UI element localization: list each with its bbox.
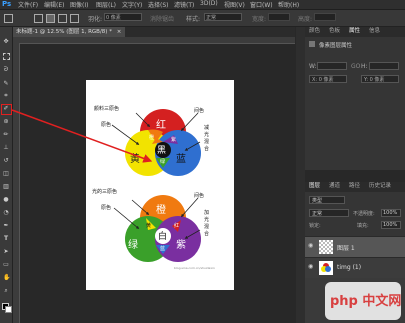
layer-row[interactable]: ◉ timg (1)	[305, 257, 405, 278]
properties-tab-bar: 颜色 色板 属性 信息	[305, 27, 405, 37]
layer-name[interactable]: timg (1)	[337, 264, 361, 271]
opacity-input[interactable]: 100%	[381, 209, 401, 217]
blend-mode-select[interactable]: 正常	[309, 209, 349, 217]
layers-tab-bar: 图层 通道 路径 历史记录	[305, 182, 405, 192]
lock-label: 锁定:	[309, 223, 321, 229]
y-prop-input[interactable]: Y: 0 像素	[361, 75, 399, 83]
opacity-label: 不透明度:	[353, 211, 375, 217]
layer-thumbnail	[319, 261, 333, 275]
fill-label: 填充:	[357, 223, 369, 229]
properties-header: 像素图层属性	[319, 43, 353, 49]
visibility-eye-icon[interactable]: ◉	[308, 243, 314, 249]
tab-history[interactable]: 历史记录	[369, 182, 391, 191]
tab-channels[interactable]: 通道	[329, 182, 340, 191]
height-prop-input[interactable]	[369, 62, 399, 70]
layer-name[interactable]: 图层 1	[337, 243, 355, 252]
height-prop-label: H:	[361, 63, 368, 70]
pixel-layer-icon	[309, 41, 315, 47]
x-prop-input[interactable]: X: 0 像素	[309, 75, 347, 83]
layer-thumbnail	[319, 240, 333, 254]
width-prop-label: W:	[309, 63, 317, 70]
properties-panel: 像素图层属性 W: GO H: X: 0 像素 Y: 0 像素	[305, 37, 405, 170]
tab-layers[interactable]: 图层	[309, 182, 320, 191]
tab-info[interactable]: 信息	[369, 27, 380, 36]
panel-dock-strip	[296, 27, 305, 323]
width-prop-input[interactable]	[317, 62, 347, 70]
visibility-eye-icon[interactable]: ◉	[308, 264, 314, 270]
tab-paths[interactable]: 路径	[349, 182, 360, 191]
tab-color[interactable]: 颜色	[309, 27, 320, 36]
link-icon[interactable]: GO	[351, 63, 360, 70]
tab-swatches[interactable]: 色板	[329, 27, 340, 36]
layer-kind-filter[interactable]: 类型	[309, 196, 345, 204]
watermark-text: php 中文网	[330, 294, 402, 309]
layer-row[interactable]: ◉ 图层 1	[305, 236, 405, 257]
fill-input[interactable]: 100%	[381, 221, 401, 229]
tab-properties[interactable]: 属性	[349, 27, 360, 36]
